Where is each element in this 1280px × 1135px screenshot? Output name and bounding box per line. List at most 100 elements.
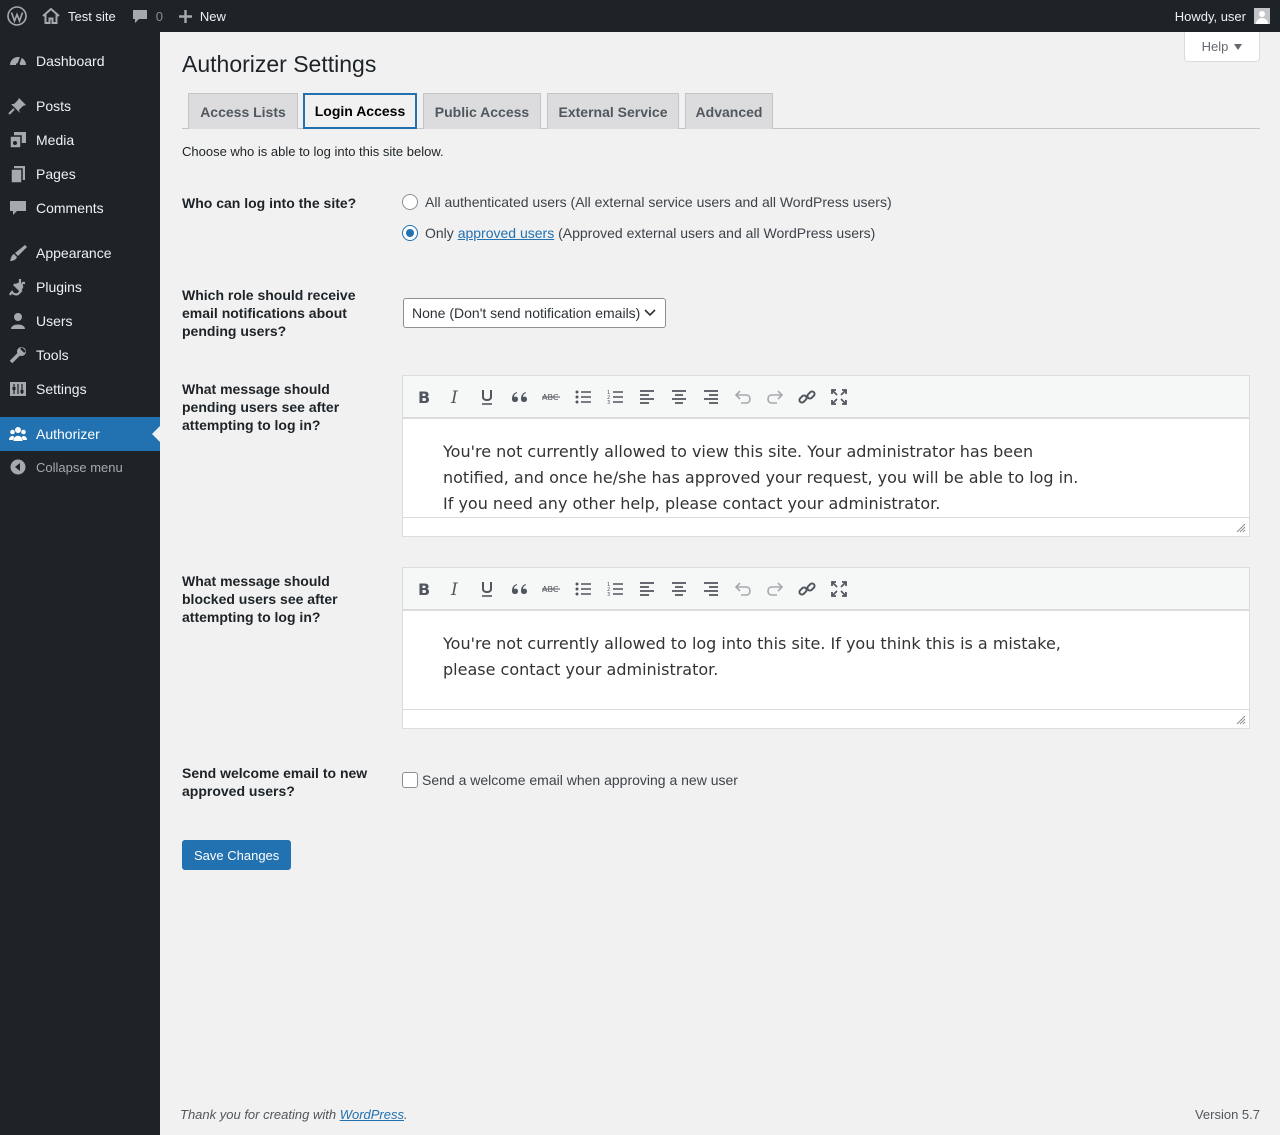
numbered-list-icon[interactable]: 123: [599, 382, 631, 412]
sidebar-item-label: Appearance: [36, 245, 112, 261]
blockquote-icon[interactable]: [503, 382, 535, 412]
align-left-icon[interactable]: [631, 574, 663, 604]
editor-status-bar: [403, 709, 1249, 728]
radio-button-checked[interactable]: [402, 225, 418, 241]
footer-thanks-prefix: Thank you for creating with: [180, 1107, 337, 1122]
resize-grip-icon[interactable]: [1236, 523, 1246, 533]
pending-message-editor: B I ABC 123 You're not currently allowed…: [402, 375, 1250, 537]
pending-message-text: You're not currently allowed to view thi…: [443, 442, 1079, 513]
link-icon[interactable]: [791, 574, 823, 604]
sidebar-item-label: Comments: [36, 200, 104, 216]
sidebar-item-posts[interactable]: Posts: [0, 89, 160, 123]
new-label: New: [199, 8, 226, 24]
radio-approved-users[interactable]: Only approved users (Approved external u…: [402, 225, 875, 241]
comment-icon: [0, 198, 36, 218]
media-icon: [0, 130, 36, 150]
align-left-icon[interactable]: [631, 382, 663, 412]
svg-text:B: B: [418, 581, 430, 597]
bold-icon[interactable]: B: [407, 382, 439, 412]
tab-label: External Service: [558, 103, 668, 120]
blocked-message-editor: B I ABC 123 You're not currently allowed…: [402, 567, 1250, 729]
align-center-icon[interactable]: [663, 574, 695, 604]
strikethrough-icon[interactable]: ABC: [535, 574, 567, 604]
blockquote-icon[interactable]: [503, 574, 535, 604]
tab-login-access[interactable]: Login Access: [303, 93, 417, 129]
radio-button[interactable]: [402, 194, 418, 210]
bulleted-list-icon[interactable]: [567, 382, 599, 412]
tab-external-service[interactable]: External Service: [547, 93, 679, 129]
sidebar-item-authorizer[interactable]: Authorizer: [0, 417, 160, 451]
svg-text:3: 3: [607, 592, 610, 597]
align-center-icon[interactable]: [663, 382, 695, 412]
strikethrough-icon[interactable]: ABC: [535, 382, 567, 412]
comments-link[interactable]: 0: [124, 0, 171, 32]
pending-message-text-area[interactable]: You're not currently allowed to view thi…: [403, 418, 1249, 517]
tab-access-lists[interactable]: Access Lists: [188, 93, 298, 129]
tab-public-access[interactable]: Public Access: [423, 93, 541, 129]
sidebar-item-label: Authorizer: [36, 426, 100, 442]
version-text: Version 5.7: [1194, 1107, 1260, 1122]
redo-icon[interactable]: [759, 574, 791, 604]
wordpress-logo-icon[interactable]: [0, 0, 34, 32]
site-name-link[interactable]: Test site: [34, 0, 124, 32]
fullscreen-icon[interactable]: [823, 382, 855, 412]
sidebar-item-users[interactable]: Users: [0, 304, 160, 338]
tab-label: Advanced: [695, 103, 763, 120]
greeting: Howdy, user: [1174, 8, 1246, 24]
notify-role-select[interactable]: None (Don't send notification emails): [403, 298, 666, 328]
wordpress-link[interactable]: WordPress: [340, 1107, 404, 1122]
italic-icon[interactable]: I: [439, 574, 471, 604]
sidebar-item-media[interactable]: Media: [0, 123, 160, 157]
notify-role-label: Which role should receive email notifica…: [182, 287, 356, 339]
groups-icon: [0, 424, 36, 444]
sidebar-item-label: Settings: [36, 381, 87, 397]
collapse-menu-button[interactable]: Collapse menu: [0, 450, 160, 484]
dropdown-arrow-icon: [1234, 43, 1243, 50]
numbered-list-icon[interactable]: 123: [599, 574, 631, 604]
bulleted-list-icon[interactable]: [567, 574, 599, 604]
link-icon[interactable]: [791, 382, 823, 412]
align-right-icon[interactable]: [695, 382, 727, 412]
welcome-email-checkbox[interactable]: [402, 772, 418, 788]
welcome-email-option[interactable]: Send a welcome email when approving a ne…: [402, 772, 738, 788]
underline-icon[interactable]: [471, 382, 503, 412]
svg-text:I: I: [450, 389, 458, 405]
sidebar-item-settings[interactable]: Settings: [0, 372, 160, 406]
my-account[interactable]: Howdy, user: [1175, 8, 1280, 24]
sidebar-item-pages[interactable]: Pages: [0, 157, 160, 191]
who-can-login-label: Who can log into the site?: [182, 195, 357, 211]
sidebar-item-appearance[interactable]: Appearance: [0, 236, 160, 270]
redo-icon[interactable]: [759, 382, 791, 412]
sidebar-item-label: Media: [36, 132, 75, 148]
save-changes-button[interactable]: Save Changes: [182, 840, 292, 870]
help-button[interactable]: Help: [1184, 32, 1260, 62]
collapse-arrow-icon: [0, 459, 36, 475]
blocked-message-text-area[interactable]: You're not currently allowed to log into…: [403, 610, 1249, 683]
radio-only-prefix: Only: [425, 225, 454, 241]
fullscreen-icon[interactable]: [823, 574, 855, 604]
resize-grip-icon[interactable]: [1236, 715, 1246, 725]
align-right-icon[interactable]: [695, 574, 727, 604]
pin-icon: [0, 96, 36, 116]
sidebar-item-label: Pages: [36, 166, 76, 182]
undo-icon[interactable]: [727, 574, 759, 604]
undo-icon[interactable]: [727, 382, 759, 412]
sidebar-item-label: Tools: [36, 347, 69, 363]
avatar: [1254, 8, 1270, 24]
sidebar-item-tools[interactable]: Tools: [0, 338, 160, 372]
wrench-icon: [0, 345, 36, 365]
svg-text:3: 3: [607, 400, 610, 405]
sidebar-item-label: Dashboard: [36, 53, 105, 69]
sidebar-item-dashboard[interactable]: Dashboard: [0, 44, 160, 78]
sidebar-item-comments[interactable]: Comments: [0, 191, 160, 225]
approved-users-link[interactable]: approved users: [458, 225, 555, 241]
underline-icon[interactable]: [471, 574, 503, 604]
italic-icon[interactable]: I: [439, 382, 471, 412]
footer-thanks: Thank you for creating with WordPress.: [180, 1107, 408, 1122]
tab-advanced[interactable]: Advanced: [685, 93, 773, 129]
welcome-email-checkbox-label: Send a welcome email when approving a ne…: [422, 772, 738, 788]
new-content-link[interactable]: New: [171, 0, 234, 32]
radio-all-users[interactable]: All authenticated users (All external se…: [402, 194, 892, 210]
bold-icon[interactable]: B: [407, 574, 439, 604]
sidebar-item-plugins[interactable]: Plugins: [0, 270, 160, 304]
